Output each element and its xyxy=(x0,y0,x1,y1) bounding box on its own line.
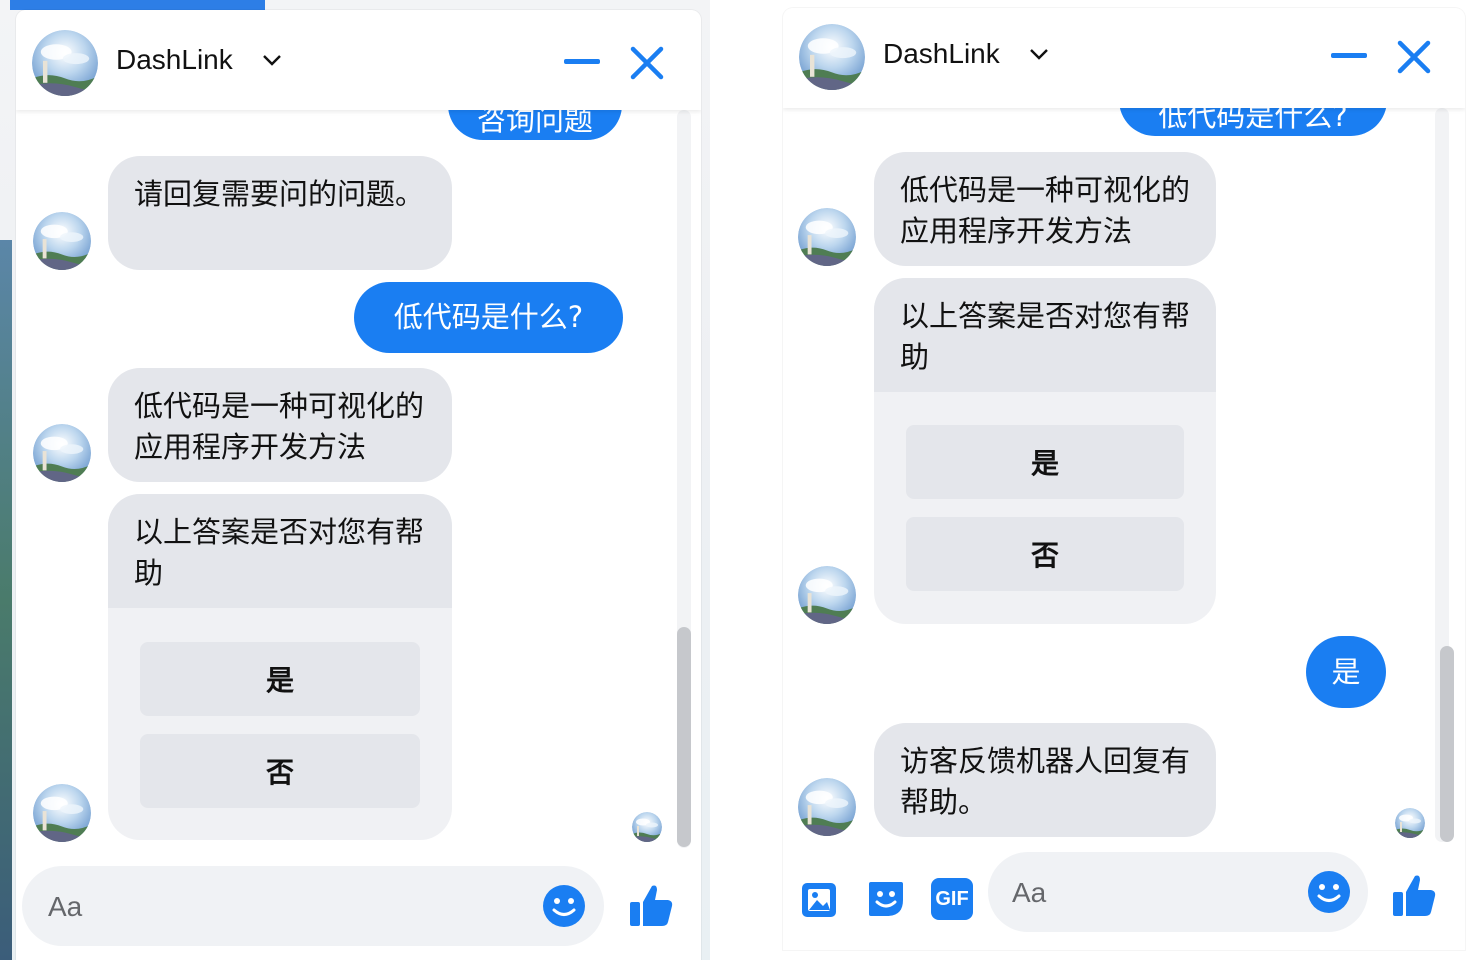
bot-avatar xyxy=(33,212,91,270)
chevron-down-icon[interactable] xyxy=(1027,42,1051,66)
feedback-no-button[interactable]: 否 xyxy=(140,734,420,808)
emoji-icon[interactable] xyxy=(1307,870,1351,914)
bot-message-bubble: 低代码是一种可视化的应用程序开发方法 xyxy=(108,368,452,482)
chevron-down-icon[interactable] xyxy=(260,48,284,72)
message-input-container[interactable] xyxy=(22,866,604,946)
read-receipt-avatar xyxy=(632,812,662,842)
chat-header: DashLink xyxy=(783,8,1465,108)
bot-message-bubble: 低代码是一种可视化的应用程序开发方法 xyxy=(874,152,1216,266)
composer-bar xyxy=(16,860,701,960)
bot-avatar xyxy=(799,24,865,90)
feedback-no-button[interactable]: 否 xyxy=(906,517,1184,591)
user-message-bubble: 低代码是什么? xyxy=(354,282,623,353)
feedback-card: 以上答案是否对您有帮助 是 否 xyxy=(874,278,1216,624)
message-input[interactable] xyxy=(46,884,458,930)
blurred-background-text xyxy=(56,936,61,954)
bot-avatar xyxy=(33,424,91,482)
scrollbar-thumb[interactable] xyxy=(677,627,691,847)
scrollbar-thumb[interactable] xyxy=(1440,646,1454,842)
bot-message-bubble: 访客反馈机器人回复有帮助。 xyxy=(874,723,1216,837)
feedback-question: 以上答案是否对您有帮助 xyxy=(874,278,1216,392)
feedback-card: 以上答案是否对您有帮助 是 否 xyxy=(108,494,452,840)
gif-icon[interactable]: GIF xyxy=(931,878,973,920)
chat-panel-right: DashLink 低代码是什么? 低代码是一种可视化的应用程序开发方法 以上答案… xyxy=(783,8,1465,950)
read-receipt-avatar xyxy=(1395,808,1425,838)
emoji-icon[interactable] xyxy=(542,884,586,928)
close-icon[interactable] xyxy=(630,46,664,80)
thumbs-up-icon[interactable] xyxy=(1391,872,1437,918)
message-input[interactable] xyxy=(1010,870,1280,916)
feedback-yes-button[interactable]: 是 xyxy=(906,425,1184,499)
bot-avatar xyxy=(33,784,91,842)
minimize-icon[interactable] xyxy=(564,56,600,68)
chat-header: DashLink xyxy=(16,10,701,110)
close-icon[interactable] xyxy=(1397,40,1431,74)
thumbs-up-icon[interactable] xyxy=(628,882,674,928)
bot-avatar xyxy=(798,778,856,836)
sticker-icon[interactable] xyxy=(865,878,907,920)
image-icon[interactable] xyxy=(799,878,841,920)
bot-avatar xyxy=(798,208,856,266)
chat-title[interactable]: DashLink xyxy=(116,44,233,76)
user-message-bubble: 是 xyxy=(1306,636,1386,708)
feedback-yes-button[interactable]: 是 xyxy=(140,642,420,716)
bot-avatar xyxy=(798,566,856,624)
bot-avatar xyxy=(32,30,98,96)
chat-title[interactable]: DashLink xyxy=(883,38,1000,70)
chat-panel-left: DashLink 咨询问题 请回复需要问的问题。 低代码是什么? 低代码是一种可… xyxy=(16,10,701,960)
composer-bar: GIF xyxy=(783,850,1465,950)
feedback-question: 以上答案是否对您有帮助 xyxy=(108,494,452,608)
bot-message-bubble: 请回复需要问的问题。 xyxy=(108,156,452,270)
minimize-icon[interactable] xyxy=(1331,50,1367,62)
